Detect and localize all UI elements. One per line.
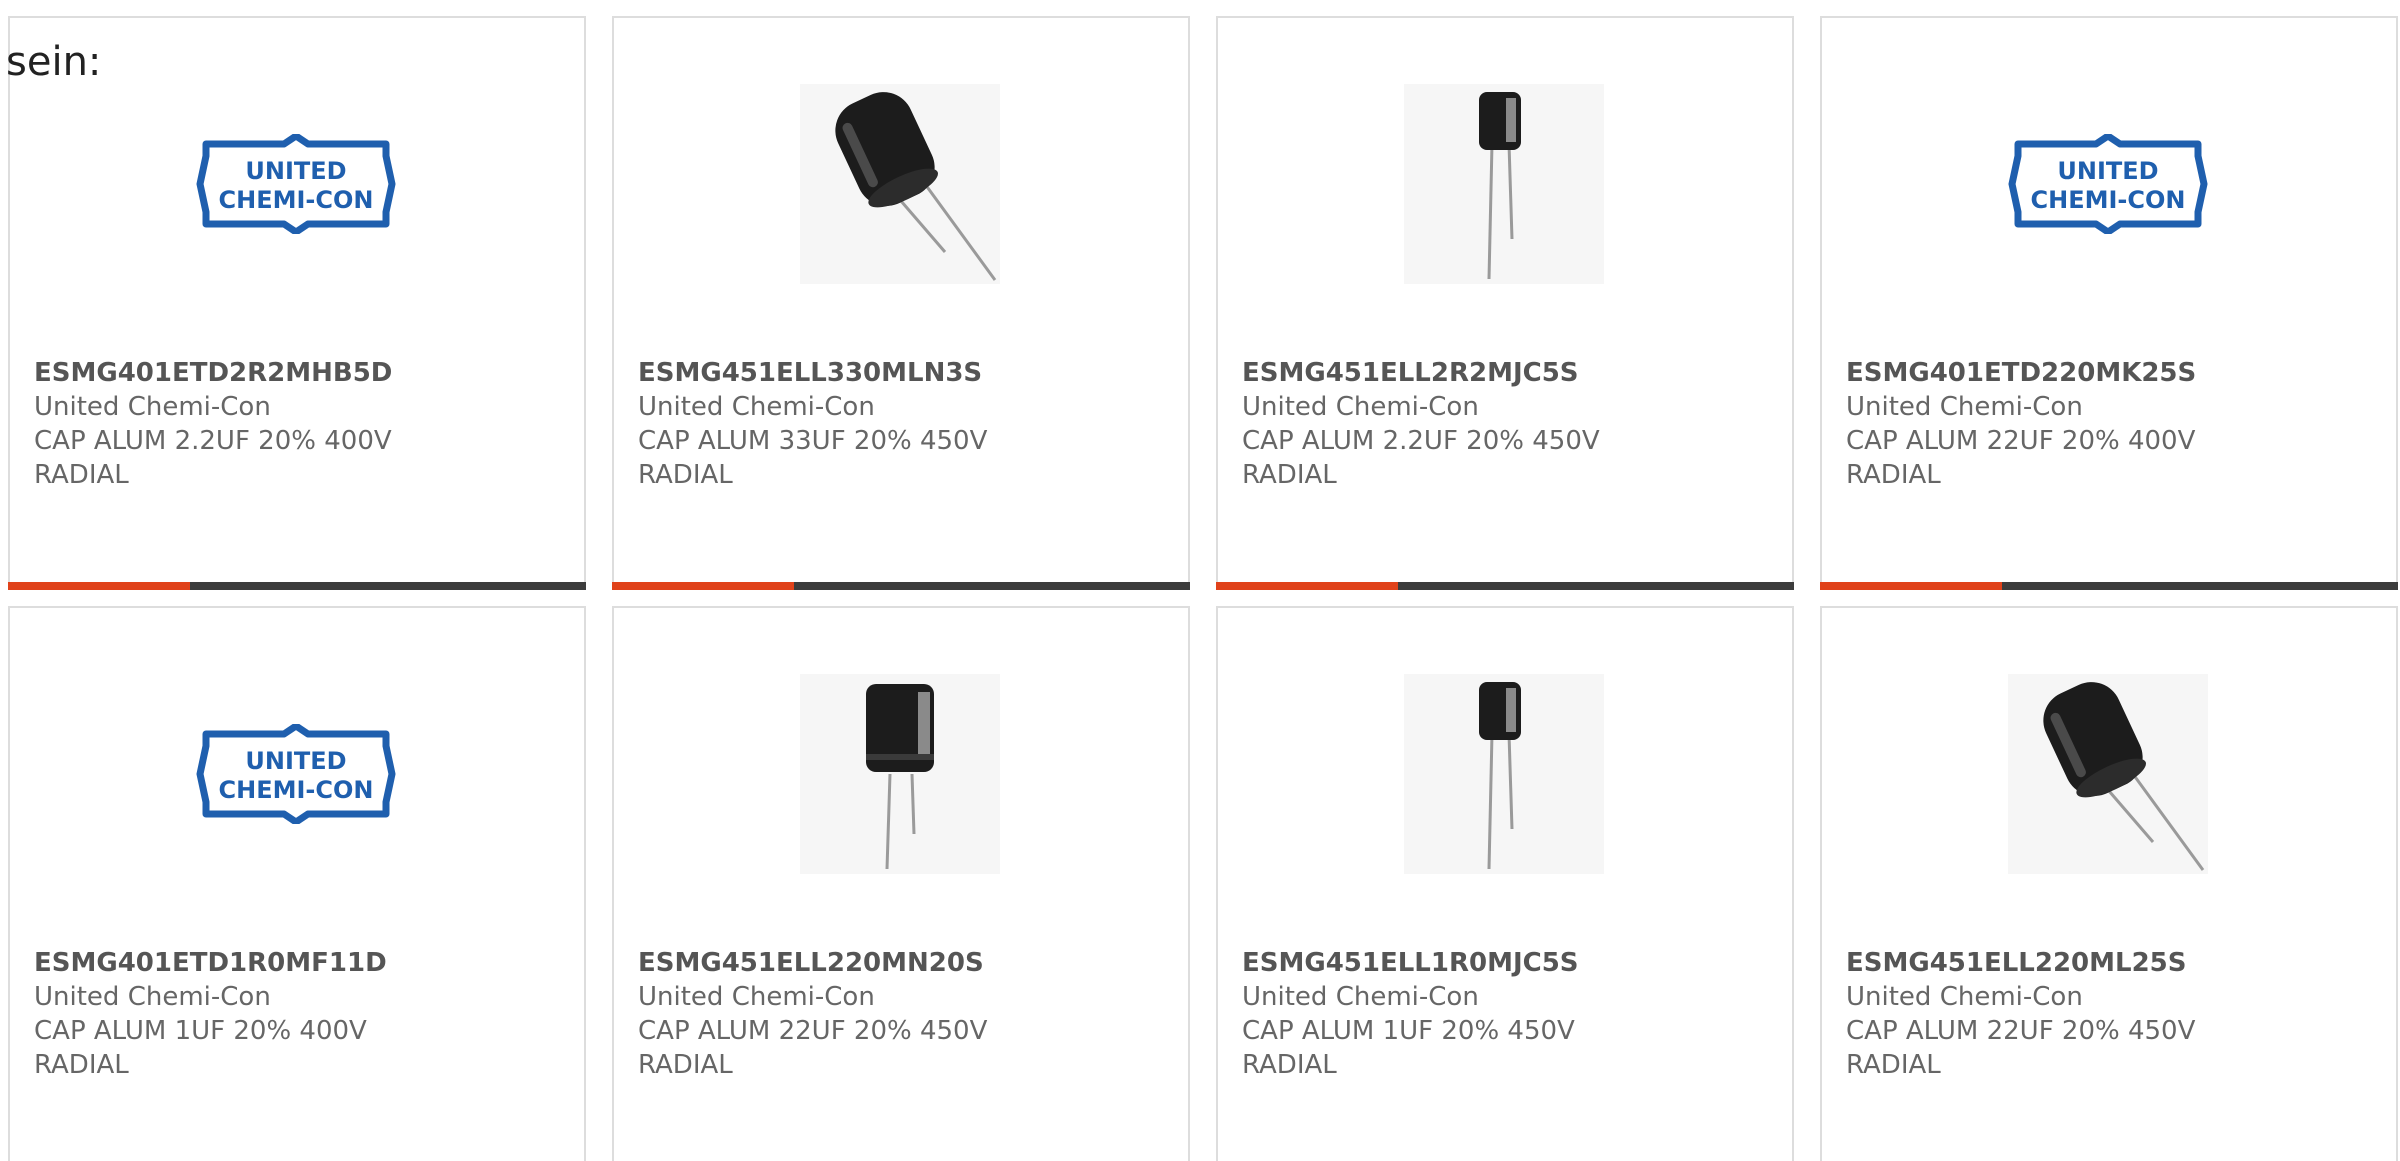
- manufacturer: United Chemi-Con: [1846, 982, 2083, 1012]
- product-info: ESMG401ETD2R2MHB5D United Chemi-Con CAP AL…: [34, 356, 554, 492]
- product-card[interactable]: UNITED CHEMI-CON ESMG401ETD220MK25S United …: [1820, 16, 2398, 590]
- part-number-link[interactable]: ESMG401ETD220MK25S: [1846, 356, 2366, 390]
- capacitor-image: [800, 674, 1000, 874]
- united-chemi-con-logo: UNITEDCHEMI-CON: [196, 724, 396, 824]
- description: CAP ALUM 22UF 20% 400V: [1846, 426, 2196, 456]
- manufacturer: United Chemi-Con: [1846, 392, 2083, 422]
- package-type: RADIAL: [1242, 460, 1337, 490]
- card-bar-accent: [1216, 582, 1398, 590]
- package-type: RADIAL: [34, 460, 129, 490]
- card-bottom-bar: [1820, 582, 2398, 590]
- product-card[interactable]: ESMG451ELL330MLN3S United Chemi-Con CAP AL…: [612, 16, 1190, 590]
- product-card[interactable]: ESMG451ELL220ML25S United Chemi-Con CAP AL…: [1820, 606, 2398, 1161]
- description: CAP ALUM 33UF 20% 450V: [638, 426, 988, 456]
- card-bottom-bar: [1216, 582, 1794, 590]
- product-image[interactable]: [1404, 84, 1604, 284]
- logo-text-line2: CHEMI-CON: [219, 776, 374, 804]
- manufacturer: United Chemi-Con: [1242, 392, 1479, 422]
- product-card[interactable]: UNITED CHEMI-CON ESMG401ETD1R0MF11D United …: [8, 606, 586, 1161]
- logo-text-line1: UNITED: [245, 157, 346, 185]
- product-card[interactable]: ESMG451ELL220MN20S United Chemi-Con CAP AL…: [612, 606, 1190, 1161]
- product-image[interactable]: UNITED CHEMI-CON: [2008, 84, 2208, 284]
- package-type: RADIAL: [1242, 1050, 1337, 1080]
- package-type: RADIAL: [638, 1050, 733, 1080]
- united-chemi-con-logo: UNITEDCHEMI-CON: [196, 134, 396, 234]
- description: CAP ALUM 1UF 20% 450V: [1242, 1016, 1575, 1046]
- capacitor-image: [1404, 84, 1604, 284]
- product-info: ESMG451ELL2R2MJC5S United Chemi-Con CAP AL…: [1242, 356, 1762, 492]
- capacitor-image: [2008, 674, 2208, 874]
- product-image[interactable]: UNITED CHEMI-CON: [196, 674, 396, 874]
- product-info: ESMG451ELL330MLN3S United Chemi-Con CAP AL…: [638, 356, 1158, 492]
- manufacturer: United Chemi-Con: [638, 982, 875, 1012]
- page: UNITED CHEMI-CON ESMG401ETD2R2MHB5D United …: [0, 0, 2400, 1161]
- package-type: RADIAL: [1846, 460, 1941, 490]
- manufacturer: United Chemi-Con: [34, 392, 271, 422]
- product-image[interactable]: [1404, 674, 1604, 874]
- part-number-link[interactable]: ESMG401ETD1R0MF11D: [34, 946, 554, 980]
- product-info: ESMG401ETD220MK25S United Chemi-Con CAP AL…: [1846, 356, 2366, 492]
- description: CAP ALUM 2.2UF 20% 450V: [1242, 426, 1600, 456]
- product-info: ESMG451ELL220ML25S United Chemi-Con CAP AL…: [1846, 946, 2366, 1082]
- description: CAP ALUM 22UF 20% 450V: [1846, 1016, 2196, 1046]
- logo-text-line1: UNITED: [2057, 157, 2158, 185]
- card-bar-accent: [612, 582, 794, 590]
- description: CAP ALUM 1UF 20% 400V: [34, 1016, 367, 1046]
- package-type: RADIAL: [1846, 1050, 1941, 1080]
- united-chemi-con-logo: UNITEDCHEMI-CON: [2008, 134, 2208, 234]
- product-info: ESMG451ELL1R0MJC5S United Chemi-Con CAP AL…: [1242, 946, 1762, 1082]
- part-number-link[interactable]: ESMG451ELL330MLN3S: [638, 356, 1158, 390]
- product-card[interactable]: ESMG451ELL1R0MJC5S United Chemi-Con CAP AL…: [1216, 606, 1794, 1161]
- card-bar-accent: [1820, 582, 2002, 590]
- product-image[interactable]: [800, 84, 1000, 284]
- product-card[interactable]: UNITED CHEMI-CON ESMG401ETD2R2MHB5D United …: [8, 16, 586, 590]
- part-number-link[interactable]: ESMG451ELL2R2MJC5S: [1242, 356, 1762, 390]
- package-type: RADIAL: [638, 460, 733, 490]
- manufacturer: United Chemi-Con: [638, 392, 875, 422]
- manufacturer: United Chemi-Con: [34, 982, 271, 1012]
- product-card[interactable]: ESMG451ELL2R2MJC5S United Chemi-Con CAP AL…: [1216, 16, 1794, 590]
- package-type: RADIAL: [34, 1050, 129, 1080]
- card-bottom-bar: [8, 582, 586, 590]
- product-image[interactable]: [2008, 674, 2208, 874]
- part-number-link[interactable]: ESMG451ELL1R0MJC5S: [1242, 946, 1762, 980]
- card-bar-accent: [8, 582, 190, 590]
- logo-text-line2: CHEMI-CON: [219, 186, 374, 214]
- part-number-link[interactable]: ESMG451ELL220MN20S: [638, 946, 1158, 980]
- description: CAP ALUM 22UF 20% 450V: [638, 1016, 988, 1046]
- product-grid: UNITED CHEMI-CON ESMG401ETD2R2MHB5D United …: [8, 16, 2400, 1161]
- part-number-link[interactable]: ESMG451ELL220ML25S: [1846, 946, 2366, 980]
- manufacturer: United Chemi-Con: [1242, 982, 1479, 1012]
- capacitor-image: [1404, 674, 1604, 874]
- product-info: ESMG451ELL220MN20S United Chemi-Con CAP AL…: [638, 946, 1158, 1082]
- product-image[interactable]: UNITED CHEMI-CON: [196, 84, 396, 284]
- intro-text: sein:: [6, 39, 102, 85]
- card-bottom-bar: [612, 582, 1190, 590]
- logo-text-line1: UNITED: [245, 747, 346, 775]
- product-info: ESMG401ETD1R0MF11D United Chemi-Con CAP AL…: [34, 946, 554, 1082]
- logo-text-line2: CHEMI-CON: [2031, 186, 2186, 214]
- description: CAP ALUM 2.2UF 20% 400V: [34, 426, 392, 456]
- product-image[interactable]: [800, 674, 1000, 874]
- capacitor-image: [800, 84, 1000, 284]
- part-number-link[interactable]: ESMG401ETD2R2MHB5D: [34, 356, 554, 390]
